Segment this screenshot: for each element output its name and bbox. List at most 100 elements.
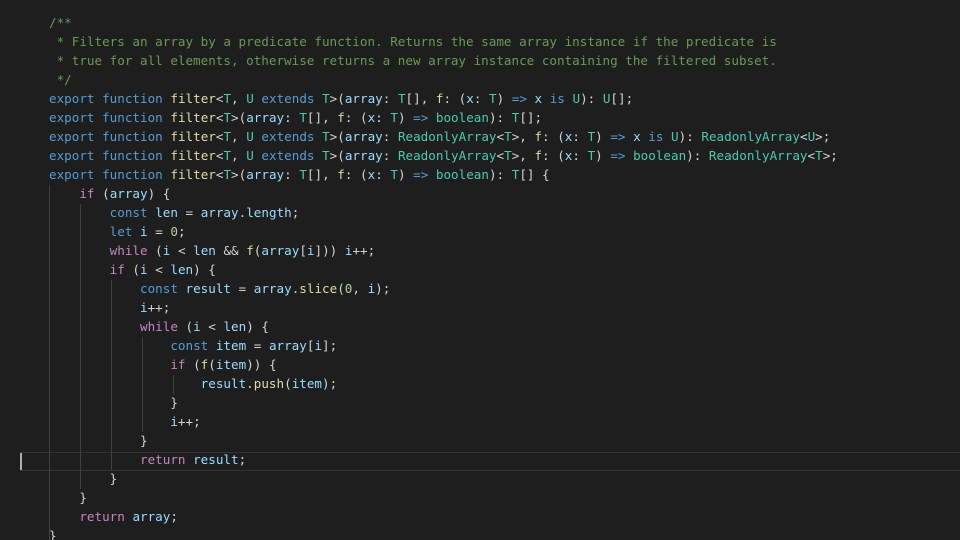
code-token: >; xyxy=(815,129,831,144)
code-line-18[interactable]: const item = array[i]; xyxy=(49,336,838,355)
code-line-23[interactable]: } xyxy=(49,431,838,450)
code-line-17[interactable]: while (i < len) { xyxy=(49,317,838,336)
code-token: ( xyxy=(185,357,201,372)
code-line-12[interactable]: let i = 0; xyxy=(49,222,838,241)
code-line-3[interactable]: * true for all elements, otherwise retur… xyxy=(49,51,838,70)
code-line-26[interactable]: } xyxy=(49,488,838,507)
code-line-8[interactable]: export function filter<T, U extends T>(a… xyxy=(49,146,838,165)
code-token: ; xyxy=(177,224,186,239)
code-token: ++; xyxy=(352,243,376,258)
code-token: ; xyxy=(238,452,247,467)
code-editor[interactable]: /** * Filters an array by a predicate fu… xyxy=(0,0,960,540)
code-token: filter xyxy=(170,91,216,106)
code-token: T xyxy=(815,148,823,163)
code-line-15[interactable]: const result = array.slice(0, i); xyxy=(49,279,838,298)
code-token: ReadonlyArray xyxy=(397,129,497,144)
code-token: T xyxy=(397,91,406,106)
code-token: array xyxy=(344,91,383,106)
code-line-2[interactable]: * Filters an array by a predicate functi… xyxy=(49,32,838,51)
code-line-1[interactable]: /** xyxy=(49,13,838,32)
code-token: len xyxy=(170,262,194,277)
code-token: array xyxy=(253,281,292,296)
code-token: )) { xyxy=(246,357,277,372)
code-token: function xyxy=(102,129,163,144)
code-token: ( xyxy=(284,376,292,391)
code-token: export xyxy=(49,129,95,144)
code-line-16[interactable]: i++; xyxy=(49,298,838,317)
code-line-14[interactable]: if (i < len) { xyxy=(49,260,838,279)
code-token: i xyxy=(140,300,148,315)
code-token: ]; xyxy=(322,338,338,353)
code-line-21[interactable]: } xyxy=(49,393,838,412)
code-token: array xyxy=(109,186,148,201)
code-token: return xyxy=(140,452,186,467)
code-token: : ( xyxy=(344,167,368,182)
code-line-27[interactable]: return array; xyxy=(49,507,838,526)
code-token: [] { xyxy=(519,167,550,182)
code-line-20[interactable]: result.push(item); xyxy=(49,374,838,393)
code-line-4[interactable]: */ xyxy=(49,70,838,89)
code-area[interactable]: /** * Filters an array by a predicate fu… xyxy=(49,13,838,540)
code-token: while xyxy=(109,243,148,258)
code-token: filter xyxy=(170,167,216,182)
code-token: x xyxy=(466,91,474,106)
code-token: T xyxy=(223,91,232,106)
code-token: >( xyxy=(231,167,247,182)
code-token: i xyxy=(193,319,201,334)
code-token: = xyxy=(177,205,201,220)
code-line-6[interactable]: export function filter<T>(array: T[], f:… xyxy=(49,108,838,127)
code-token: T xyxy=(223,167,232,182)
code-token: []; xyxy=(519,110,543,125)
code-token: function xyxy=(102,110,163,125)
code-line-11[interactable]: const len = array.length; xyxy=(49,203,838,222)
code-line-19[interactable]: if (f(item)) { xyxy=(49,355,838,374)
code-token: ++; xyxy=(147,300,171,315)
code-token: ): xyxy=(686,148,709,163)
code-token: ) { xyxy=(147,186,171,201)
code-token: export xyxy=(49,148,95,163)
code-line-13[interactable]: while (i < len && f(array[i])) i++; xyxy=(49,241,838,260)
code-token: [ xyxy=(299,243,307,258)
code-line-25[interactable]: } xyxy=(49,469,838,488)
code-line-28[interactable]: } xyxy=(49,526,838,540)
code-line-7[interactable]: export function filter<T, U extends T>(a… xyxy=(49,127,838,146)
code-token: filter xyxy=(170,129,216,144)
code-line-9[interactable]: export function filter<T>(array: T[], f:… xyxy=(49,165,838,184)
code-token: ) xyxy=(397,167,414,182)
code-token: U xyxy=(246,129,254,144)
code-token: : xyxy=(382,129,398,144)
code-token: && xyxy=(215,243,247,258)
code-token: U xyxy=(246,148,254,163)
code-token: ) xyxy=(397,110,414,125)
code-token: } xyxy=(49,528,57,540)
code-token: const xyxy=(140,281,178,296)
code-token: function xyxy=(102,167,163,182)
code-token: ++; xyxy=(177,414,201,429)
code-token: [], xyxy=(405,91,436,106)
code-token: filter xyxy=(170,110,216,125)
code-line-5[interactable]: export function filter<T, U extends T>(a… xyxy=(49,89,838,108)
code-token: len xyxy=(223,319,247,334)
code-token: : xyxy=(473,91,489,106)
code-line-22[interactable]: i++; xyxy=(49,412,838,431)
code-line-10[interactable]: if (array) { xyxy=(49,184,838,203)
code-token: array xyxy=(344,148,383,163)
code-token: length xyxy=(246,205,292,220)
code-token: i xyxy=(140,262,148,277)
code-line-24[interactable]: return result; xyxy=(49,450,838,469)
